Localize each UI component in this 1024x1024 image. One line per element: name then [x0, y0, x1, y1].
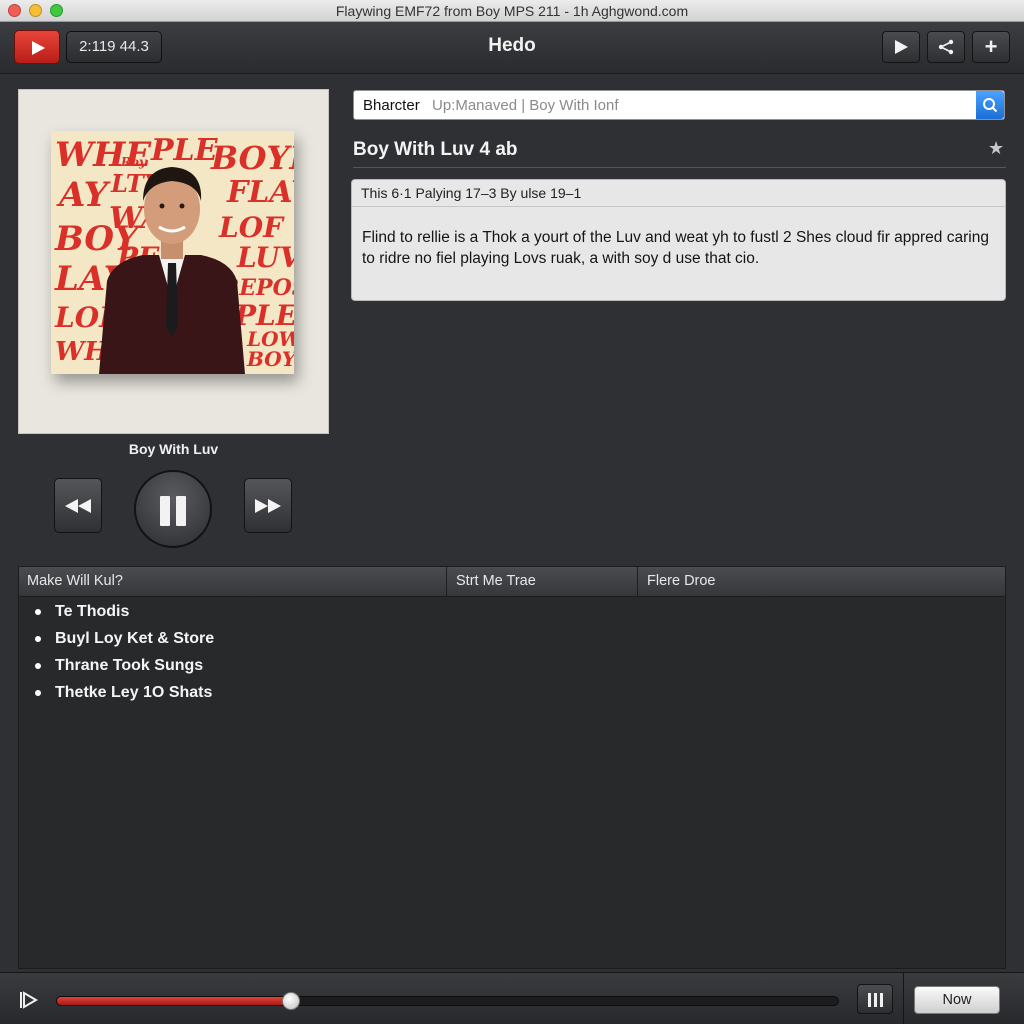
seek-progress: [57, 997, 292, 1005]
bars-icon: [880, 993, 883, 1007]
column-header[interactable]: Flere Droe: [639, 567, 1005, 596]
plus-icon: +: [984, 34, 998, 59]
list-item-label: Te Thodis: [55, 603, 130, 620]
album-cover-image: WHE PLE BOYE AY LTY FLAY BOY WA LOF LAY …: [51, 131, 294, 374]
playlist-table-header: Make Will Kul? Strt Me Trae Flere Droe: [18, 566, 1006, 597]
search-input[interactable]: Bharcter Up:Manaved | Boy With Ionf: [353, 90, 1005, 120]
search-button[interactable]: [976, 91, 1004, 119]
fast-forward-icon: [255, 499, 281, 513]
add-button[interactable]: +: [972, 31, 1010, 63]
bullet-icon: [35, 609, 41, 615]
share-button[interactable]: [927, 31, 965, 63]
toolbar: 2:119 44.3 Hedo +: [0, 22, 1024, 74]
playback-bar: Now: [0, 972, 1024, 1024]
app-title: Hedo: [488, 35, 536, 56]
window-titlebar: Flaywing EMF72 from Boy MPS 211 - 1h Agh…: [0, 0, 1024, 22]
playlist-table-body: Te Thodis Buyl Loy Ket & Store Thrane To…: [18, 597, 1006, 969]
seek-handle[interactable]: [282, 992, 301, 1010]
list-item-label: Buyl Loy Ket & Store: [55, 630, 215, 647]
window-title: Flaywing EMF72 from Boy MPS 211 - 1h Agh…: [335, 3, 689, 19]
search-placeholder: Up:Manaved | Boy With Ionf: [432, 97, 619, 114]
divider: [903, 973, 904, 1024]
rewind-button[interactable]: [54, 478, 102, 533]
list-item-label: Thrane Took Sungs: [55, 657, 204, 674]
song-info-panel: This 6·1 Palying 17–3 By ulse 19–1 Flind…: [351, 179, 1006, 301]
pause-button[interactable]: [134, 470, 212, 548]
bullet-icon: [35, 663, 41, 669]
pause-icon: [176, 496, 186, 526]
bars-icon: [868, 993, 871, 1007]
equalizer-button[interactable]: [857, 984, 893, 1014]
play-button[interactable]: [882, 31, 920, 63]
list-item-label: Thetke Ley 1O Shats: [55, 684, 213, 701]
bars-icon: [874, 993, 877, 1007]
album-art-card: WHE PLE BOYE AY LTY FLAY BOY WA LOF LAY …: [18, 89, 329, 434]
pause-icon: [160, 496, 170, 526]
song-title: Boy With Luv 4 ab: [353, 139, 518, 160]
info-header: This 6·1 Palying 17–3 By ulse 19–1: [352, 180, 1005, 207]
play-icon: [895, 40, 908, 54]
now-button[interactable]: Now: [914, 986, 1000, 1014]
play-icon: [20, 991, 38, 1009]
bullet-icon: [35, 636, 41, 642]
favorite-star-icon[interactable]: ★: [988, 138, 1004, 159]
info-description: Flind to rellie is a Thok a yourt of the…: [362, 229, 989, 267]
share-icon: [938, 39, 954, 55]
column-header[interactable]: Make Will Kul?: [19, 567, 447, 596]
search-icon: [983, 98, 998, 113]
time-display: 2:119 44.3: [66, 31, 162, 63]
fast-forward-button[interactable]: [244, 478, 292, 533]
album-caption: Boy With Luv: [128, 441, 219, 457]
play-button[interactable]: [18, 990, 38, 1015]
youtube-play-button[interactable]: [14, 30, 60, 64]
column-header[interactable]: Strt Me Trae: [448, 567, 638, 596]
bullet-icon: [35, 690, 41, 696]
search-value: Bharcter: [363, 97, 420, 114]
seek-slider[interactable]: [56, 992, 839, 1010]
rewind-icon: [65, 499, 91, 513]
play-icon: [32, 41, 45, 55]
artist-photo: [99, 167, 245, 374]
divider: [353, 167, 1006, 168]
